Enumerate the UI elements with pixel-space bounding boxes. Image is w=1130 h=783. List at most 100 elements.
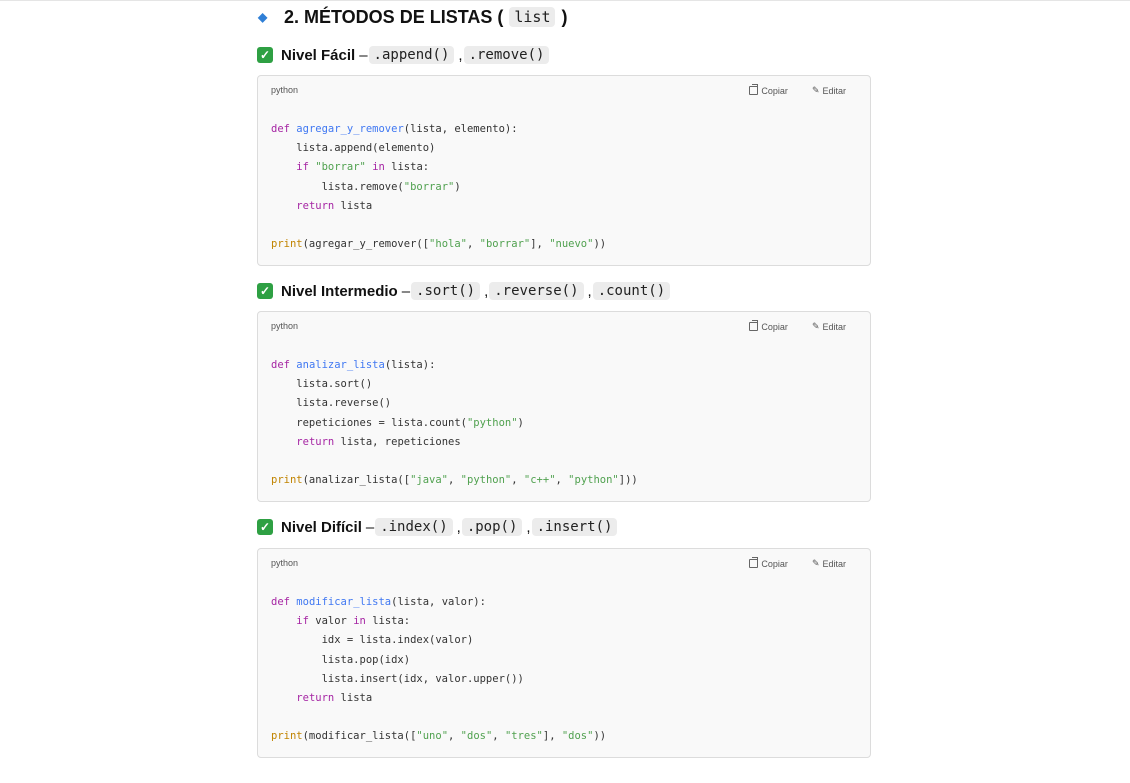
- code-line: lista.insert(idx, valor.upper()): [271, 673, 524, 685]
- copy-button[interactable]: Copiar: [749, 320, 788, 332]
- code-token: "dos": [561, 730, 594, 743]
- code-line: if valor in lista:: [271, 615, 410, 627]
- code-block-header: python Copiar ✎ Editar: [258, 549, 870, 579]
- code-token: def: [271, 359, 290, 371]
- code-token: ): [517, 416, 524, 429]
- code-line: def analizar_lista(lista):: [271, 359, 435, 371]
- code-token: lista, repeticiones: [334, 435, 461, 448]
- code-token: "dos": [460, 730, 493, 743]
- code-token: ],: [530, 238, 550, 251]
- code-token: agregar_y_remover: [296, 123, 404, 135]
- code-token: if: [296, 161, 309, 174]
- code-token: ,: [492, 730, 505, 743]
- code-token: lista.append(elemento): [271, 142, 436, 155]
- code-token: lista.remove(: [271, 180, 404, 193]
- copy-label: Copiar: [761, 321, 788, 332]
- code-block-header: python Copiar ✎ Editar: [258, 312, 870, 342]
- code-token: )): [593, 730, 607, 743]
- code-line: lista.pop(idx): [271, 653, 411, 666]
- section-title-code: list: [509, 7, 556, 27]
- code-token: "borrar": [479, 238, 531, 251]
- pencil-icon: ✎: [811, 85, 820, 95]
- code-block: python Copiar ✎ Editar def agregar_y_remo…: [257, 75, 871, 266]
- code-token: idx = lista.index(valor): [271, 634, 474, 647]
- method-code: .remove(): [463, 46, 550, 64]
- code-token: "borrar": [315, 161, 366, 174]
- copy-label: Copiar: [761, 558, 788, 569]
- code-line: lista.reverse(): [271, 397, 391, 409]
- code-token: "tres": [504, 730, 543, 743]
- code-language: python: [271, 558, 299, 568]
- code-token: print: [271, 238, 303, 251]
- code-token: lista.insert(idx, valor.upper()): [271, 672, 524, 685]
- code-line: return lista: [271, 200, 372, 212]
- code-language: python: [271, 85, 299, 95]
- code-token: return: [296, 199, 335, 212]
- code-token: return: [296, 692, 335, 705]
- blue-diamond-icon: ◆: [258, 10, 268, 24]
- code-line: lista.sort(): [271, 378, 372, 390]
- code-line: print(agregar_y_remover(["hola", "borrar…: [271, 238, 606, 250]
- code-token: "python": [568, 474, 619, 487]
- code-token: ,: [466, 238, 480, 251]
- check-icon: ✓: [257, 283, 273, 299]
- method-code: .pop(): [461, 518, 523, 536]
- code-token: "hola": [429, 238, 467, 251]
- level-heading-dificil: ✓ Nivel Difícil – .index(), .pop(), .ins…: [257, 516, 618, 538]
- code-content: def agregar_y_remover(lista, elemento): …: [258, 106, 870, 270]
- code-line: def modificar_lista(lista, valor):: [271, 596, 486, 608]
- check-icon: ✓: [257, 519, 273, 535]
- code-token: "java": [410, 474, 449, 487]
- code-token: analizar_lista: [296, 359, 385, 371]
- code-token: ,: [511, 474, 524, 487]
- code-token: ,: [448, 730, 461, 743]
- code-token: in: [372, 161, 385, 174]
- level-dash: –: [359, 46, 368, 64]
- level-heading-intermedio: ✓ Nivel Intermedio – .sort(), .reverse()…: [257, 280, 671, 302]
- code-token: ],: [542, 730, 562, 743]
- code-line: def agregar_y_remover(lista, elemento):: [271, 123, 518, 135]
- code-line: lista.append(elemento): [271, 142, 435, 154]
- copy-button[interactable]: Copiar: [749, 557, 788, 569]
- code-token: "borrar": [403, 180, 455, 193]
- code-block: python Copiar ✎ Editar def analizar_lista…: [257, 311, 871, 502]
- code-content: def modificar_lista(lista, valor): if va…: [258, 579, 870, 763]
- code-line: print(modificar_lista(["uno", "dos", "tr…: [271, 730, 606, 742]
- method-code: .append(): [368, 46, 455, 64]
- code-token: repeticiones = lista.count(: [271, 416, 467, 429]
- level-title: Nivel Fácil: [281, 46, 356, 64]
- code-line: repeticiones = lista.count("python"): [271, 417, 524, 429]
- code-token: (agregar_y_remover([: [302, 238, 430, 251]
- pencil-icon: ✎: [811, 558, 820, 568]
- code-token: (lista):: [384, 359, 436, 371]
- copy-button[interactable]: Copiar: [749, 84, 788, 96]
- level-heading-facil: ✓ Nivel Fácil – .append(), .remove(): [257, 44, 550, 66]
- code-token: lista:: [365, 615, 411, 628]
- code-token: ,: [448, 474, 461, 487]
- code-token: print: [271, 730, 303, 743]
- code-token: def: [271, 596, 290, 608]
- code-token: (modificar_lista([: [302, 730, 417, 743]
- code-token: lista: [334, 199, 373, 212]
- method-code: .sort(): [411, 282, 481, 300]
- code-line: idx = lista.index(valor): [271, 634, 474, 647]
- pencil-icon: ✎: [811, 321, 820, 331]
- code-token: lista.sort(): [271, 378, 373, 391]
- edit-button[interactable]: ✎ Editar: [812, 85, 846, 96]
- edit-label: Editar: [822, 321, 846, 332]
- edit-button[interactable]: ✎ Editar: [812, 321, 846, 332]
- edit-button[interactable]: ✎ Editar: [812, 558, 846, 569]
- code-content: def analizar_lista(lista): lista.sort() …: [258, 342, 870, 506]
- level-dash: –: [401, 282, 411, 300]
- code-token: return: [296, 435, 335, 448]
- copy-icon: [749, 84, 759, 95]
- code-token: lista.pop(idx): [271, 653, 411, 666]
- code-token: valor: [308, 615, 354, 628]
- code-token: )): [593, 238, 607, 251]
- section-title-prefix: 2. MÉTODOS DE LISTAS (: [284, 6, 504, 27]
- code-token: modificar_lista: [296, 596, 392, 608]
